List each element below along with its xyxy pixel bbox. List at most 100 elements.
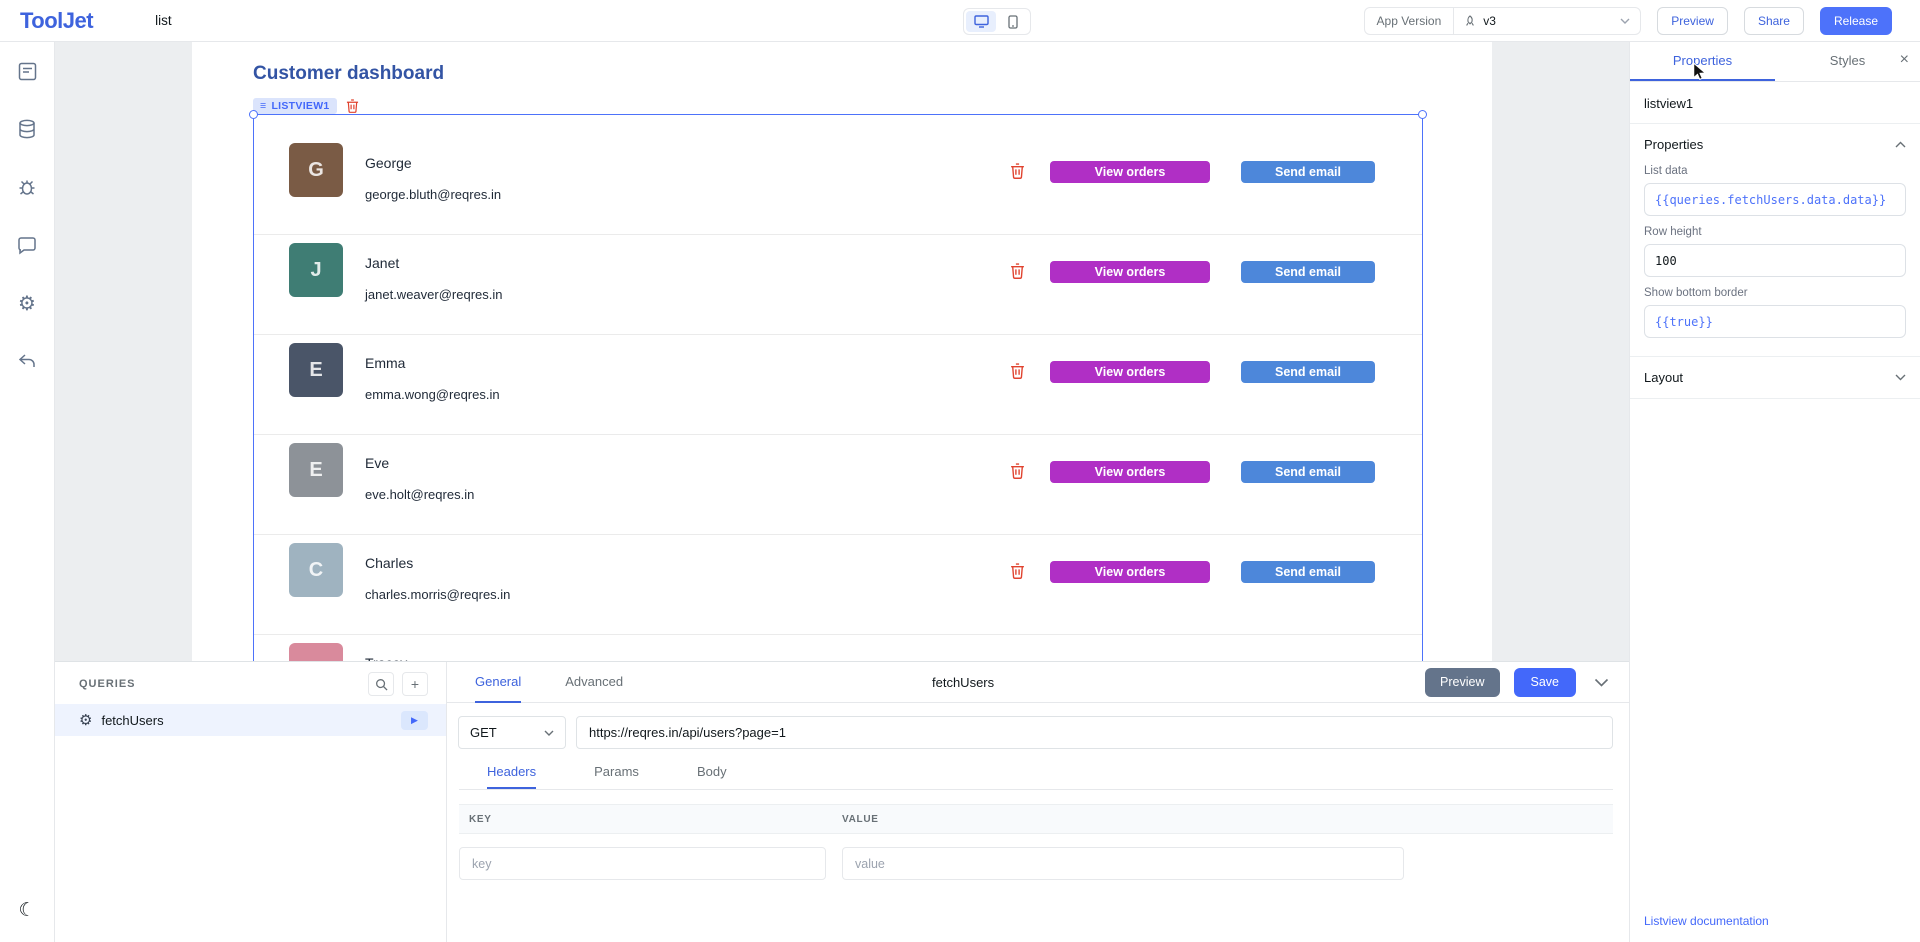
- delete-row-icon[interactable]: [1010, 563, 1025, 579]
- tab-general[interactable]: General: [475, 662, 521, 703]
- send-email-button[interactable]: Send email: [1241, 461, 1375, 483]
- device-toggle: [963, 8, 1031, 35]
- tab-params[interactable]: Params: [594, 755, 639, 789]
- top-bar: ToolJet list App Version v3: [0, 0, 1920, 42]
- view-orders-button[interactable]: View orders: [1050, 261, 1210, 283]
- listview-documentation-link[interactable]: Listview documentation: [1630, 900, 1920, 942]
- run-query-button[interactable]: ▶: [401, 711, 428, 730]
- http-method-select[interactable]: GET: [458, 716, 566, 749]
- show-bottom-border-input[interactable]: [1644, 305, 1906, 338]
- preview-button[interactable]: Preview: [1657, 7, 1728, 35]
- app-version-label: App Version: [1365, 8, 1455, 34]
- delete-row-icon[interactable]: [1010, 163, 1025, 179]
- list-item: J Janet janet.weaver@reqres.in View orde…: [254, 235, 1422, 335]
- share-button[interactable]: Share: [1744, 7, 1804, 35]
- show-bottom-border-label: Show bottom border: [1644, 287, 1906, 299]
- collapse-panel-icon[interactable]: [1590, 674, 1613, 691]
- header-value-input[interactable]: [842, 847, 1404, 880]
- customer-name: Emma: [365, 355, 405, 371]
- view-orders-button[interactable]: View orders: [1050, 361, 1210, 383]
- inspector-panel: Properties Styles × listview1 Properties…: [1629, 42, 1920, 942]
- tab-body[interactable]: Body: [697, 755, 727, 789]
- header-key-input[interactable]: [459, 847, 826, 880]
- view-orders-button[interactable]: View orders: [1050, 161, 1210, 183]
- list-data-label: List data: [1644, 165, 1906, 177]
- layout-section-header[interactable]: Layout: [1630, 357, 1920, 399]
- customer-name: Charles: [365, 555, 413, 571]
- avatar-initial: J: [310, 259, 321, 282]
- request-row: GET: [458, 716, 1613, 749]
- send-email-button[interactable]: Send email: [1241, 561, 1375, 583]
- resize-handle-top-right[interactable]: [1418, 110, 1427, 119]
- avatar: C: [289, 543, 343, 597]
- selected-widget-name[interactable]: listview1: [1630, 82, 1920, 124]
- app-name[interactable]: list: [155, 13, 172, 28]
- listview-widget[interactable]: G George george.bluth@reqres.in View ord…: [253, 114, 1423, 734]
- query-save-button[interactable]: Save: [1514, 668, 1577, 697]
- comments-icon[interactable]: [16, 234, 38, 256]
- request-tabs: Headers Params Body: [459, 755, 1613, 790]
- rocket-icon: [1464, 15, 1476, 27]
- desktop-toggle-button[interactable]: [966, 11, 996, 32]
- view-orders-button[interactable]: View orders: [1050, 461, 1210, 483]
- customer-email: george.bluth@reqres.in: [365, 187, 501, 202]
- tab-properties[interactable]: Properties: [1630, 42, 1775, 81]
- headers-table: KEY VALUE: [459, 804, 1613, 880]
- tab-advanced[interactable]: Advanced: [565, 662, 623, 703]
- list-item: G George george.bluth@reqres.in View ord…: [254, 135, 1422, 235]
- close-icon[interactable]: ×: [1900, 51, 1909, 69]
- layout-section-label: Layout: [1644, 370, 1683, 385]
- list-data-input[interactable]: [1644, 183, 1906, 216]
- customer-email: charles.morris@reqres.in: [365, 587, 510, 602]
- customer-name: Eve: [365, 455, 389, 471]
- delete-widget-icon[interactable]: [346, 99, 359, 113]
- delete-row-icon[interactable]: [1010, 263, 1025, 279]
- app-version-select[interactable]: v3: [1454, 8, 1640, 34]
- datasources-icon[interactable]: [16, 118, 38, 140]
- customer-email: janet.weaver@reqres.in: [365, 287, 502, 302]
- row-height-input[interactable]: [1644, 244, 1906, 277]
- query-preview-button[interactable]: Preview: [1425, 668, 1499, 697]
- resize-handle-top-left[interactable]: [249, 110, 258, 119]
- pages-icon[interactable]: [16, 60, 38, 82]
- key-column-header: KEY: [459, 814, 842, 825]
- search-queries-button[interactable]: [368, 672, 394, 696]
- debugger-icon[interactable]: [16, 176, 38, 198]
- query-editor-header: General Advanced fetchUsers Preview Save: [447, 662, 1629, 703]
- settings-icon[interactable]: ⚙: [16, 292, 38, 314]
- queries-heading: QUERIES: [79, 678, 136, 690]
- view-orders-button[interactable]: View orders: [1050, 561, 1210, 583]
- gear-glyph: ⚙: [18, 291, 36, 316]
- delete-row-icon[interactable]: [1010, 363, 1025, 379]
- delete-row-icon[interactable]: [1010, 463, 1025, 479]
- properties-section-label: Properties: [1644, 137, 1703, 152]
- desktop-icon: [974, 15, 989, 28]
- list-item: E Eve eve.holt@reqres.in View orders Sen…: [254, 435, 1422, 535]
- text-widget-title[interactable]: Customer dashboard: [253, 63, 444, 85]
- tab-headers[interactable]: Headers: [487, 755, 536, 789]
- value-column-header: VALUE: [842, 814, 879, 825]
- send-email-button[interactable]: Send email: [1241, 161, 1375, 183]
- avatar-initial: C: [309, 559, 323, 582]
- send-email-button[interactable]: Send email: [1241, 261, 1375, 283]
- query-list-item-fetchusers[interactable]: ⚙ fetchUsers ▶: [55, 704, 446, 736]
- undo-arrow-icon[interactable]: [16, 350, 38, 372]
- release-button[interactable]: Release: [1820, 7, 1892, 35]
- app-version-value: v3: [1483, 14, 1496, 28]
- chevron-up-icon: [1895, 141, 1906, 148]
- tooljet-logo: ToolJet: [20, 8, 93, 34]
- mobile-icon: [1008, 15, 1018, 29]
- mobile-toggle-button[interactable]: [998, 11, 1028, 32]
- send-email-button[interactable]: Send email: [1241, 361, 1375, 383]
- listview-widget-badge[interactable]: ≡ LISTVIEW1: [253, 98, 337, 114]
- tab-styles[interactable]: Styles: [1775, 42, 1920, 81]
- avatar-initial: E: [309, 359, 322, 382]
- add-query-button[interactable]: +: [402, 672, 428, 696]
- query-list-header: QUERIES +: [55, 662, 446, 704]
- avatar: E: [289, 443, 343, 497]
- properties-section-header[interactable]: Properties: [1630, 124, 1920, 165]
- query-list-pane: QUERIES + ⚙ fetchUsers ▶: [55, 662, 447, 942]
- inspector-body: listview1 Properties List data Row heigh…: [1630, 82, 1920, 942]
- request-url-input[interactable]: [576, 716, 1613, 749]
- theme-moon-icon[interactable]: ☾: [18, 899, 35, 922]
